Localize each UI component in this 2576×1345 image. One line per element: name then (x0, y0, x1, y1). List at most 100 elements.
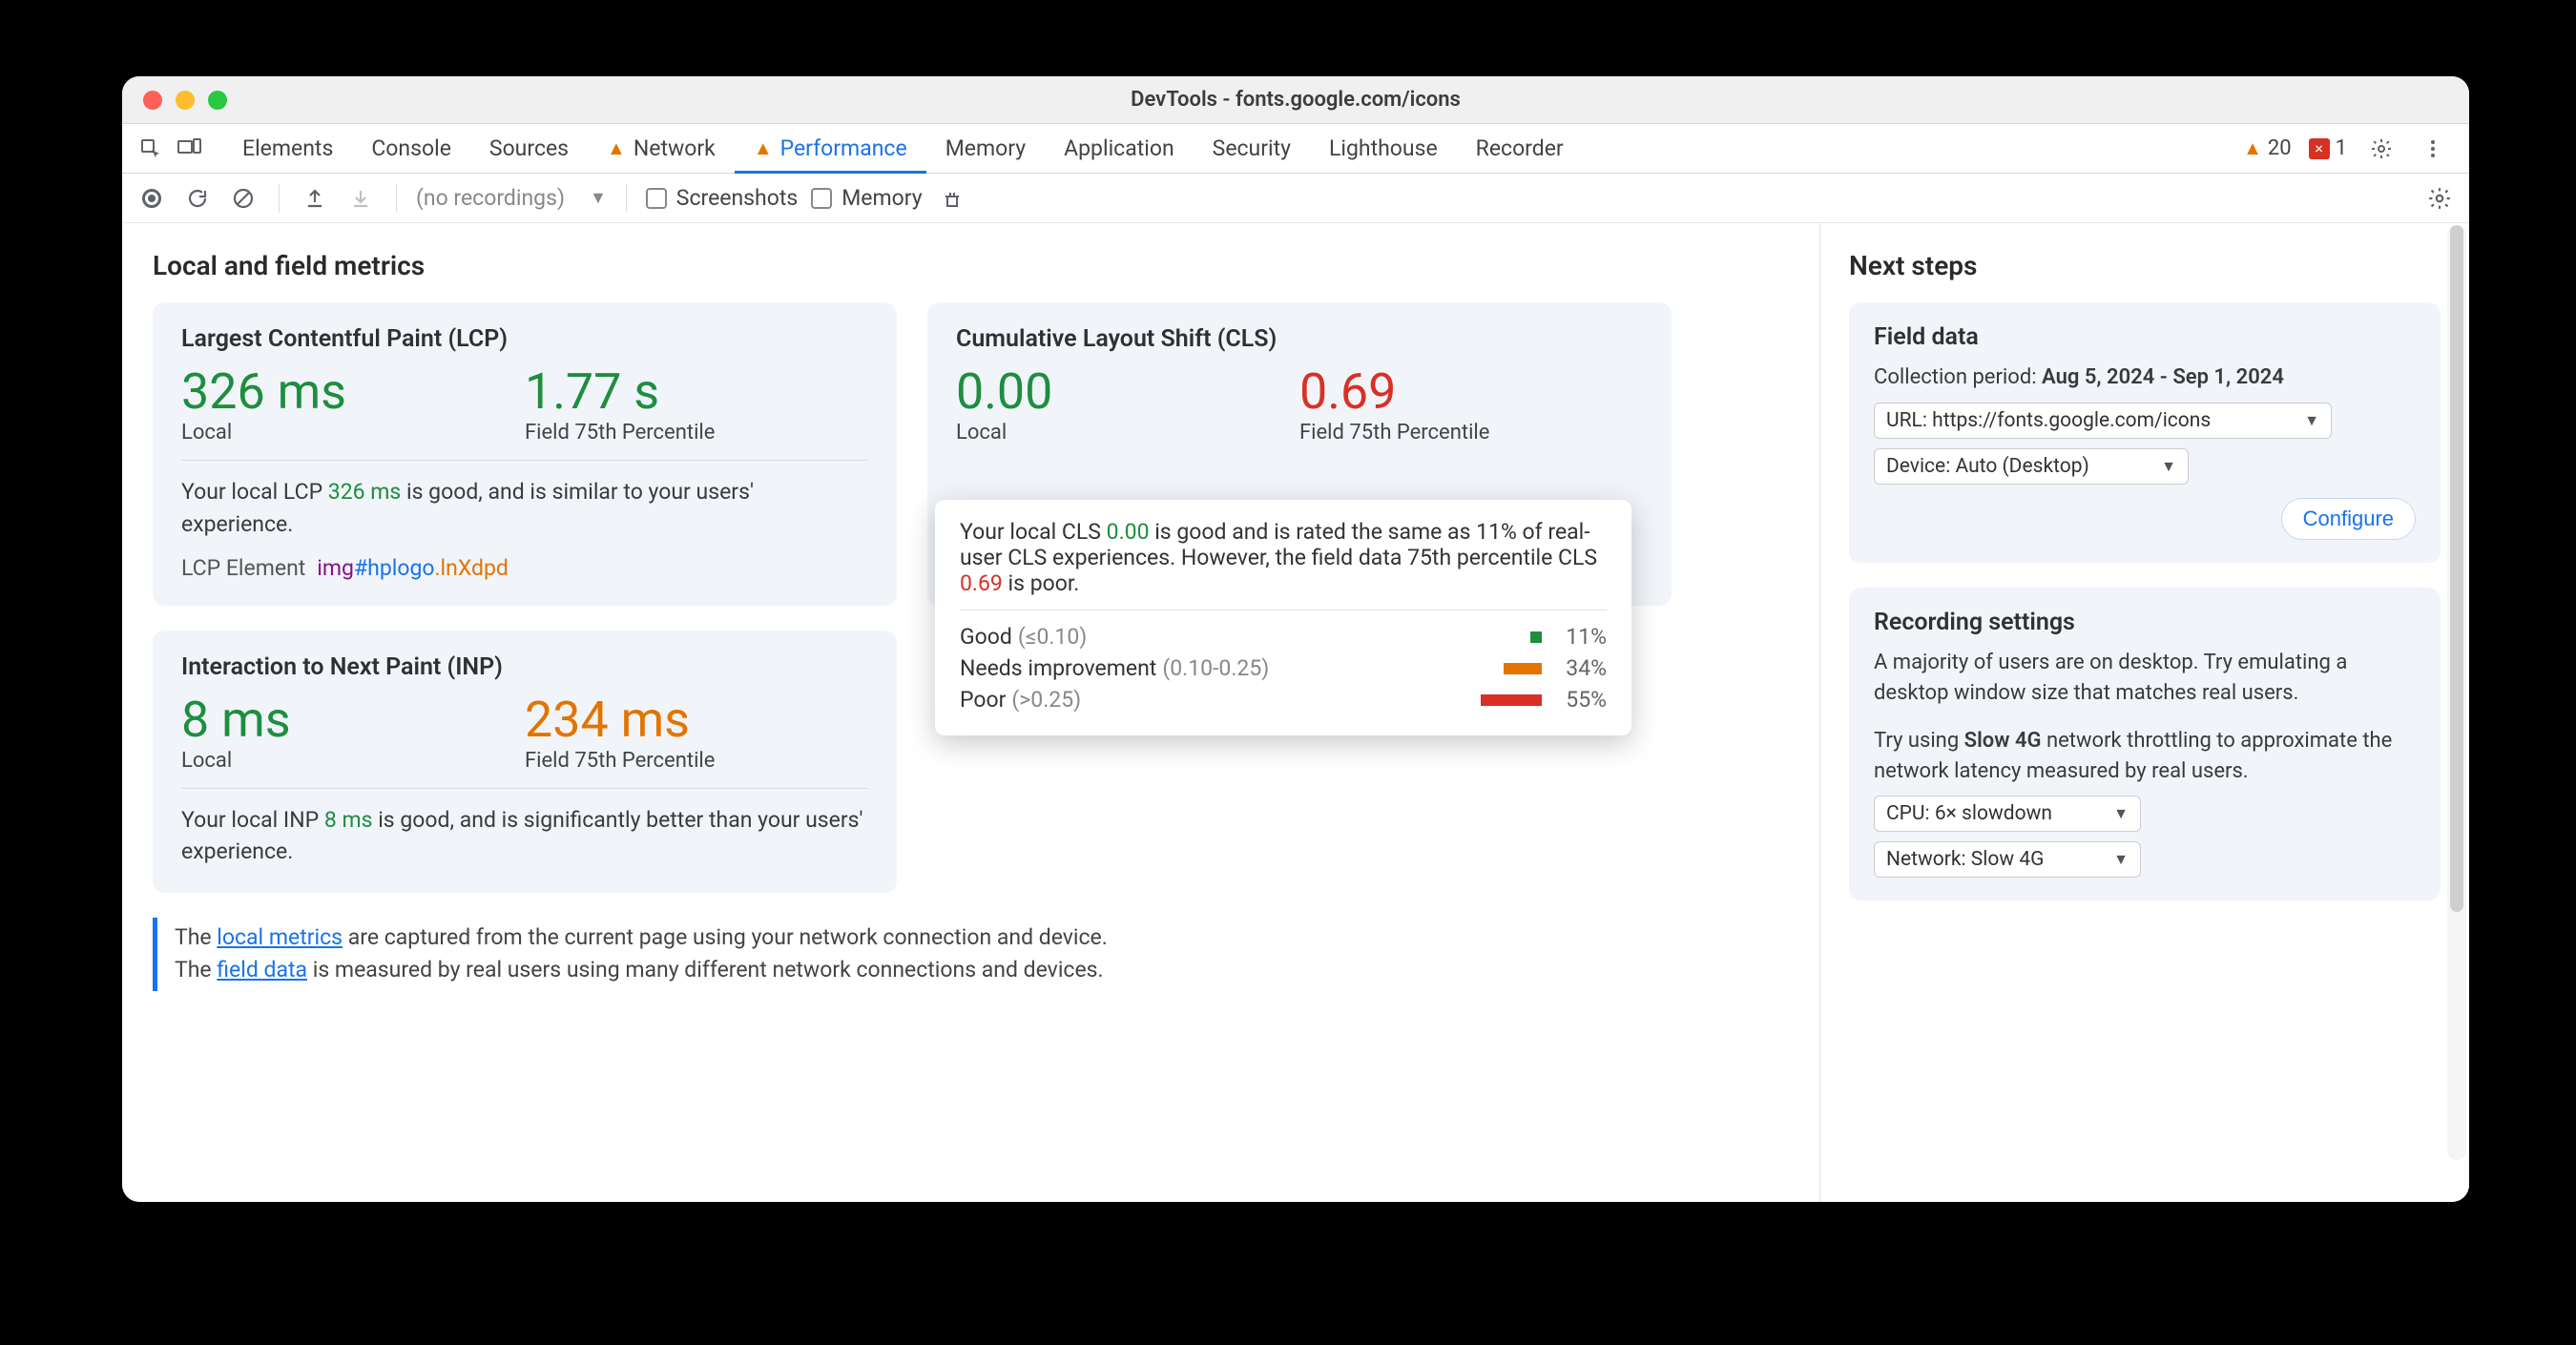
recording-para2: Try using Slow 4G network throttling to … (1874, 726, 2416, 787)
url-select[interactable]: URL: https://fonts.google.com/icons ▼ (1874, 403, 2332, 439)
kebab-menu-icon[interactable] (2416, 132, 2450, 166)
lcp-field-value: 1.77 s (525, 364, 868, 419)
tab-memory[interactable]: Memory (926, 125, 1045, 174)
checkbox-icon (646, 188, 667, 209)
titlebar: DevTools - fonts.google.com/icons (122, 76, 2469, 124)
issues-warn-badge[interactable]: ▲ 20 (2243, 136, 2292, 160)
window-title: DevTools - fonts.google.com/icons (122, 88, 2469, 112)
lcp-local-value: 326 ms (181, 364, 525, 419)
chevron-down-icon: ▼ (590, 188, 607, 208)
memory-label: Memory (841, 185, 922, 211)
clear-icon[interactable] (227, 182, 260, 215)
lcp-summary: Your local LCP 326 ms is good, and is si… (181, 476, 868, 540)
dist-bar (1481, 694, 1542, 706)
inp-title: Interaction to Next Paint (INP) (181, 653, 868, 681)
checkbox-icon (811, 188, 832, 209)
download-icon[interactable] (344, 182, 377, 215)
recording-title: Recording settings (1874, 609, 2416, 636)
lcp-local-label: Local (181, 421, 525, 445)
dist-row: Needs improvement(0.10-0.25)34% (960, 655, 1607, 681)
device-toolbar-icon[interactable] (172, 132, 206, 166)
settings-icon[interactable] (2364, 132, 2399, 166)
panel-tabs-bar: Elements Console Sources ▲ Network ▲ Performan… (122, 124, 2469, 174)
scrollbar-thumb[interactable] (2450, 225, 2463, 912)
reload-record-icon[interactable] (181, 182, 214, 215)
dist-row: Poor(>0.25)55% (960, 687, 1607, 713)
configure-button[interactable]: Configure (2281, 498, 2416, 540)
dist-label: Good (960, 624, 1012, 650)
content-area: Local and field metrics Largest Contentf… (122, 223, 2469, 1202)
error-count: 1 (2336, 136, 2347, 160)
inspect-element-icon[interactable] (134, 132, 168, 166)
gc-icon[interactable] (936, 182, 968, 215)
recording-settings-card: Recording settings A majority of users a… (1849, 588, 2441, 901)
maximize-window-icon[interactable] (208, 91, 227, 110)
screenshots-label: Screenshots (676, 185, 798, 211)
tab-label: Performance (780, 135, 907, 161)
performance-toolbar: (no recordings) ▼ Screenshots Memory (122, 174, 2469, 223)
tab-security[interactable]: Security (1194, 125, 1310, 174)
cls-local-value: 0.00 (956, 364, 1299, 419)
network-select[interactable]: Network: Slow 4G ▼ (1874, 841, 2141, 878)
tab-console[interactable]: Console (352, 125, 470, 174)
recording-para1: A majority of users are on desktop. Try … (1874, 648, 2416, 709)
lcp-field-label: Field 75th Percentile (525, 421, 868, 445)
tab-elements[interactable]: Elements (223, 125, 352, 174)
dist-label: Needs improvement (960, 655, 1156, 681)
memory-checkbox[interactable]: Memory (811, 185, 922, 211)
inp-field-value: 234 ms (525, 693, 868, 747)
warning-icon: ▲ (754, 136, 773, 160)
warn-count: 20 (2268, 136, 2292, 160)
dist-pct: 55% (1555, 687, 1607, 713)
cls-distribution: Good(≤0.10)11%Needs improvement(0.10-0.2… (960, 624, 1607, 713)
chevron-down-icon: ▼ (2304, 411, 2319, 430)
screenshots-checkbox[interactable]: Screenshots (646, 185, 798, 211)
scrollbar[interactable] (2447, 225, 2466, 1160)
separator (626, 184, 627, 213)
divider (181, 788, 868, 789)
tab-label: Application (1064, 135, 1174, 161)
cls-tooltip-text: Your local CLS 0.00 is good and is rated… (960, 519, 1607, 596)
close-window-icon[interactable] (143, 91, 162, 110)
recordings-dropdown[interactable]: (no recordings) ▼ (416, 185, 607, 211)
cls-local-label: Local (956, 421, 1299, 445)
tab-lighthouse[interactable]: Lighthouse (1310, 125, 1457, 174)
dist-bar (1504, 663, 1542, 674)
dist-bar (1530, 631, 1542, 643)
metric-card-inp: Interaction to Next Paint (INP) 8 ms Loc… (153, 631, 897, 893)
lcp-element-row[interactable]: LCP Element img#hplogo.lnXdpd (181, 555, 868, 581)
record-button[interactable] (135, 182, 168, 215)
side-title: Next steps (1849, 250, 2441, 281)
main-panel: Local and field metrics Largest Contentf… (122, 223, 1820, 1202)
tab-recorder[interactable]: Recorder (1457, 125, 1583, 174)
tab-label: Elements (242, 135, 333, 161)
warning-icon: ▲ (607, 136, 626, 160)
issues-error-badge[interactable]: × 1 (2309, 136, 2347, 160)
minimize-window-icon[interactable] (176, 91, 195, 110)
dist-range: (>0.25) (1011, 687, 1081, 713)
dist-range: (0.10-0.25) (1162, 655, 1269, 681)
collection-period: Collection period: Aug 5, 2024 - Sep 1, … (1874, 362, 2416, 393)
dist-pct: 11% (1555, 624, 1607, 650)
warning-icon: ▲ (2243, 136, 2262, 160)
capture-settings-icon[interactable] (2423, 182, 2456, 215)
tab-application[interactable]: Application (1045, 125, 1194, 174)
upload-icon[interactable] (299, 182, 331, 215)
tab-performance[interactable]: ▲ Performance (735, 125, 926, 174)
local-metrics-link[interactable]: local metrics (217, 924, 343, 950)
cls-tooltip: Your local CLS 0.00 is good and is rated… (935, 500, 1631, 735)
field-data-link[interactable]: field data (217, 957, 307, 983)
cls-field-label: Field 75th Percentile (1299, 421, 1643, 445)
traffic-lights (122, 91, 227, 110)
lcp-element-node: img#hplogo.lnXdpd (317, 555, 509, 581)
inp-local-label: Local (181, 749, 525, 773)
inp-field-label: Field 75th Percentile (525, 749, 868, 773)
tab-label: Network (634, 135, 716, 161)
tab-label: Sources (489, 135, 569, 161)
tab-list: Elements Console Sources ▲ Network ▲ Performan… (223, 124, 1583, 173)
cpu-select[interactable]: CPU: 6× slowdown ▼ (1874, 796, 2141, 832)
tab-network[interactable]: ▲ Network (588, 125, 735, 174)
device-select[interactable]: Device: Auto (Desktop) ▼ (1874, 448, 2189, 485)
tab-sources[interactable]: Sources (470, 125, 588, 174)
recordings-label: (no recordings) (416, 185, 565, 211)
